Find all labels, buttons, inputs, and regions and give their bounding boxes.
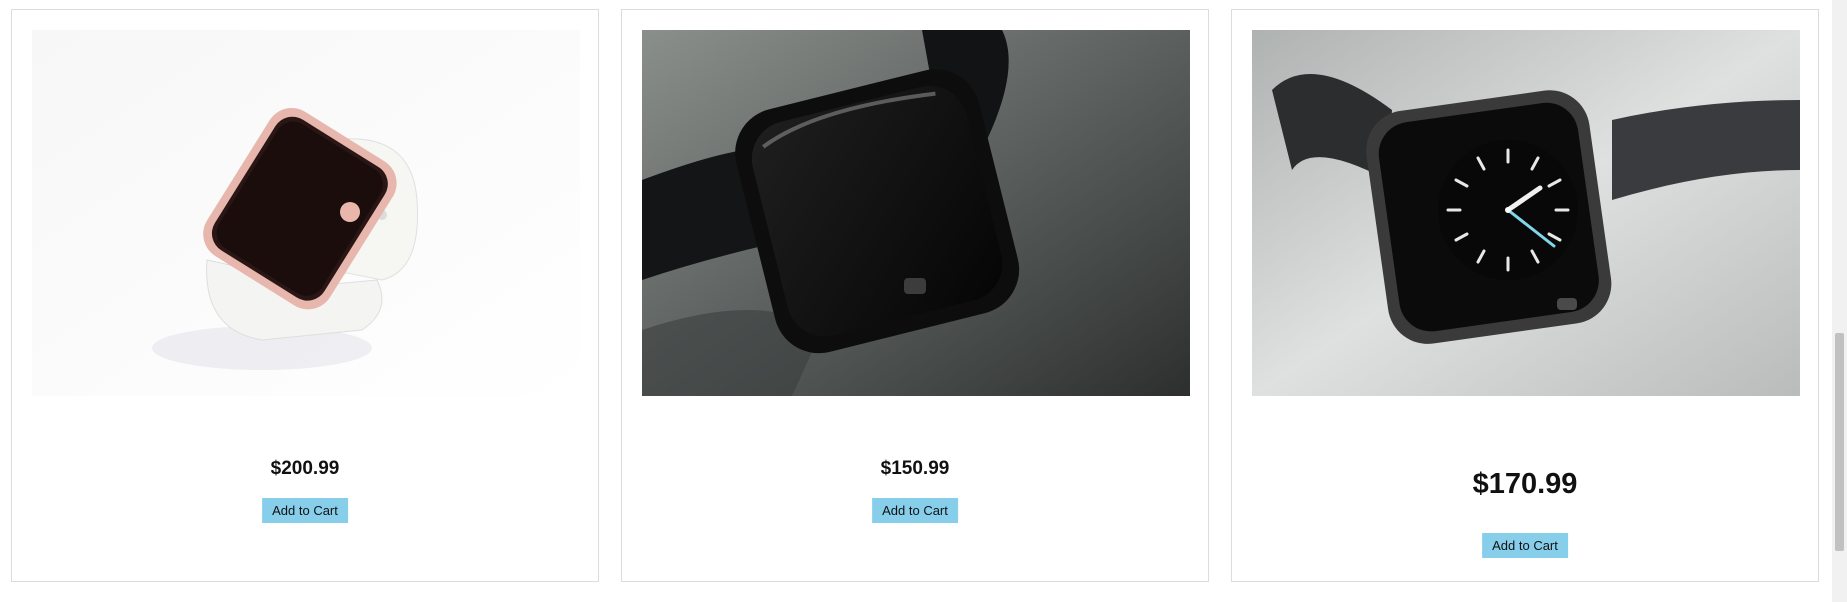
add-to-cart-button[interactable]: Add to Cart [1482, 533, 1568, 558]
product-card: $170.99 Add to Cart [1231, 9, 1819, 582]
product-image-rose-gold-watch[interactable] [32, 30, 580, 396]
add-to-cart-button[interactable]: Add to Cart [872, 498, 958, 523]
scrollbar-thumb[interactable] [1835, 333, 1844, 551]
product-price: $200.99 [270, 458, 340, 479]
product-image-black-watch[interactable] [642, 30, 1190, 396]
product-grid: $200.99 Add to Cart $150.99 Add to Cart … [0, 0, 1847, 602]
product-image-analog-face-watch[interactable] [1252, 30, 1800, 396]
product-card: $200.99 Add to Cart [11, 9, 599, 582]
add-to-cart-button[interactable]: Add to Cart [262, 498, 348, 523]
product-price: $170.99 [1472, 468, 1578, 500]
product-price: $150.99 [880, 458, 950, 479]
vertical-scrollbar[interactable] [1832, 0, 1847, 602]
watch-image-1 [32, 30, 580, 396]
watch-image-3 [1252, 30, 1800, 396]
watch-image-2 [642, 30, 1190, 396]
product-card: $150.99 Add to Cart [621, 9, 1209, 582]
